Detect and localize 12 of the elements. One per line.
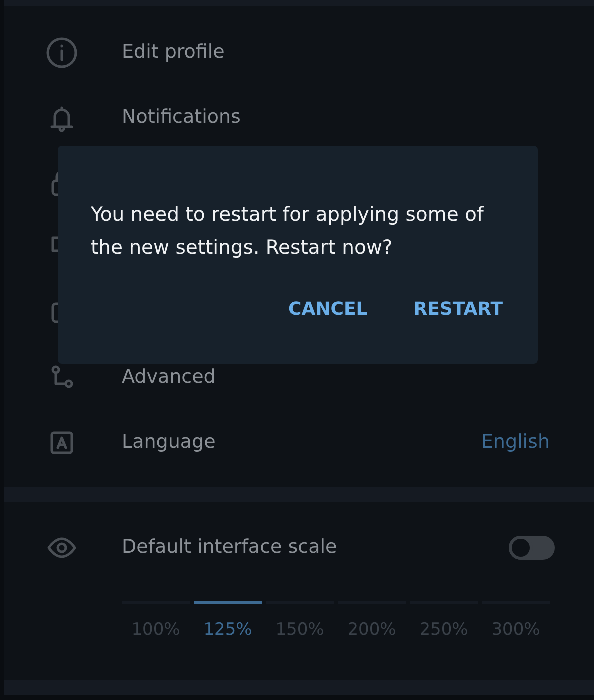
scale-step-bar[interactable] bbox=[194, 601, 262, 604]
dialog-message: You need to restart for applying some of the new settings. Restart now? bbox=[91, 202, 486, 261]
menu-item-label[interactable]: Edit profile bbox=[122, 38, 225, 67]
scale-step-label[interactable]: 125% bbox=[194, 618, 262, 644]
dialog-button[interactable]: RESTART bbox=[398, 290, 519, 329]
dialog-button[interactable]: CANCEL bbox=[272, 290, 384, 329]
menu-item-label[interactable]: Advanced bbox=[122, 363, 216, 392]
menu-item-label[interactable]: Language bbox=[122, 428, 216, 457]
toggle-switch[interactable] bbox=[509, 536, 555, 560]
language-value[interactable]: English bbox=[481, 428, 550, 457]
menu-item-label[interactable]: Notifications bbox=[122, 103, 241, 132]
setting-label: Default interface scale bbox=[122, 535, 338, 560]
